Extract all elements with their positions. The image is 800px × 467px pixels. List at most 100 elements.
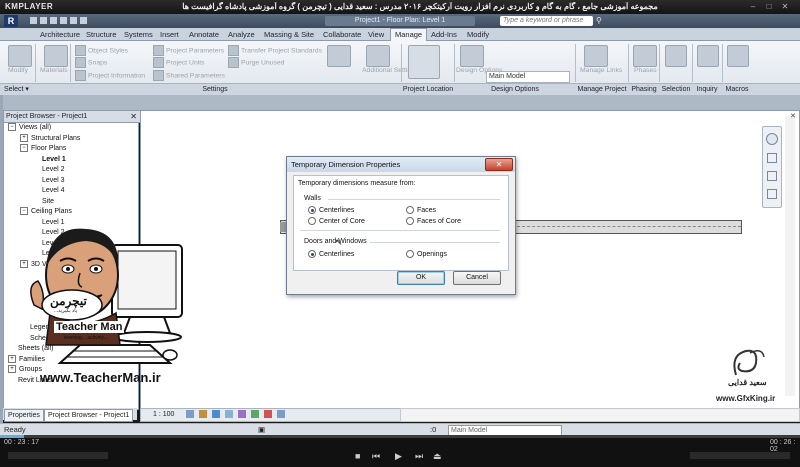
phases-button[interactable]: Phases bbox=[634, 67, 657, 74]
seek-bar[interactable] bbox=[0, 435, 800, 438]
maximize-icon[interactable]: □ bbox=[764, 2, 774, 11]
vertical-scrollbar[interactable] bbox=[785, 116, 795, 396]
navigation-bar[interactable] bbox=[762, 126, 782, 208]
revit-app-icon[interactable]: R bbox=[4, 15, 18, 27]
structural-settings-icon[interactable] bbox=[327, 45, 351, 67]
zoom-icon[interactable] bbox=[767, 153, 777, 163]
modify-icon[interactable] bbox=[8, 45, 32, 67]
search-icon[interactable]: ⚲ bbox=[596, 16, 602, 25]
tab-manage[interactable]: Manage bbox=[390, 28, 428, 41]
browser-tree-item[interactable]: + Structural Plans bbox=[4, 133, 138, 145]
walls-faces-radio[interactable]: Faces bbox=[406, 206, 436, 214]
close-icon[interactable]: ✕ bbox=[780, 2, 790, 11]
browser-tree-item[interactable]: Level 2 bbox=[4, 165, 138, 176]
walls-centerlines-radio[interactable]: Centerlines bbox=[308, 206, 354, 214]
tab-view[interactable]: View bbox=[364, 29, 388, 40]
play-icon[interactable]: ▶ bbox=[395, 451, 402, 462]
browser-tree-item[interactable]: − Views (all) bbox=[4, 123, 138, 134]
cancel-button[interactable]: Cancel bbox=[453, 271, 501, 285]
purge-unused-button[interactable]: Purge Unused bbox=[228, 57, 284, 68]
tab-massing-site[interactable]: Massing & Site bbox=[260, 29, 318, 40]
steering-wheel-icon[interactable] bbox=[766, 133, 778, 145]
select-panel-dropdown[interactable]: Select ▾ bbox=[4, 84, 34, 95]
modify-button[interactable]: Modify bbox=[8, 67, 28, 74]
stop-icon[interactable]: ■ bbox=[355, 451, 360, 461]
volume-control[interactable] bbox=[690, 452, 790, 459]
quick-access-toolbar[interactable] bbox=[30, 17, 150, 25]
shadows-icon[interactable] bbox=[225, 410, 234, 419]
search-input[interactable]: Type a keyword or phrase bbox=[500, 16, 593, 26]
player-left-controls[interactable] bbox=[8, 452, 108, 459]
tab-properties[interactable]: Properties bbox=[4, 409, 44, 422]
canvas-close-icon[interactable]: ✕ bbox=[790, 112, 796, 120]
inquiry-icon[interactable] bbox=[697, 45, 719, 67]
panel-label-manage-project: Manage Project bbox=[577, 86, 627, 93]
gfxking-name: سعید قدایی bbox=[728, 378, 767, 387]
crop-view-icon[interactable] bbox=[238, 410, 247, 419]
reveal-hidden-icon[interactable] bbox=[277, 410, 286, 419]
shared-parameters-button[interactable]: Shared Parameters bbox=[153, 70, 225, 81]
manage-links-icon[interactable] bbox=[584, 45, 608, 67]
doors-centerlines-radio[interactable]: Centerlines bbox=[308, 250, 354, 258]
tab-add-ins[interactable]: Add-Ins bbox=[427, 29, 461, 40]
snaps-icon bbox=[75, 57, 86, 68]
project-units-button[interactable]: Project Units bbox=[153, 57, 205, 68]
zoom-region-icon[interactable] bbox=[767, 171, 777, 181]
tab-systems[interactable]: Systems bbox=[120, 29, 157, 40]
browser-tree-item[interactable]: Level 4 bbox=[4, 186, 138, 197]
main-model-select[interactable]: Main Model bbox=[486, 71, 570, 83]
close-icon[interactable]: ✕ bbox=[130, 111, 137, 122]
browser-tree-item[interactable]: − Floor Plans bbox=[4, 144, 138, 155]
walls-center-of-core-radio[interactable]: Center of Core bbox=[308, 217, 365, 225]
collapse-icon[interactable]: − bbox=[8, 123, 16, 132]
sun-path-icon[interactable] bbox=[212, 410, 221, 419]
browser-tree-item[interactable]: Level 1 bbox=[4, 155, 138, 166]
ribbon-separator bbox=[722, 44, 723, 82]
tab-architecture[interactable]: Architecture bbox=[36, 29, 84, 40]
expand-icon[interactable]: + bbox=[8, 365, 16, 374]
expand-icon[interactable]: + bbox=[8, 354, 16, 363]
selection-icon[interactable] bbox=[665, 45, 687, 67]
doors-openings-radio[interactable]: Openings bbox=[406, 250, 447, 258]
ok-button[interactable]: OK bbox=[397, 271, 445, 285]
dialog-close-icon[interactable]: ✕ bbox=[485, 158, 513, 171]
phases-icon[interactable] bbox=[633, 45, 657, 67]
tab-analyze[interactable]: Analyze bbox=[224, 29, 259, 40]
materials-button[interactable]: Materials bbox=[40, 67, 68, 74]
pan-icon[interactable] bbox=[767, 189, 777, 199]
project-parameters-button[interactable]: Project Parameters bbox=[153, 45, 224, 56]
collapse-icon[interactable]: − bbox=[20, 144, 28, 153]
manage-links-button[interactable]: Manage Links bbox=[580, 67, 622, 74]
tab-insert[interactable]: Insert bbox=[156, 29, 183, 40]
minimize-icon[interactable]: – bbox=[748, 2, 758, 11]
detail-level-icon[interactable] bbox=[186, 410, 195, 419]
walls-faces-of-core-radio[interactable]: Faces of Core bbox=[406, 217, 461, 225]
object-styles-button[interactable]: Object Styles bbox=[75, 45, 128, 56]
infocenter-icons[interactable] bbox=[612, 16, 782, 25]
open-icon[interactable]: ⏏ bbox=[433, 451, 442, 462]
design-options-icon[interactable] bbox=[460, 45, 484, 67]
macros-icon[interactable] bbox=[727, 45, 749, 67]
browser-tree-item[interactable]: Level 3 bbox=[4, 176, 138, 187]
materials-icon[interactable] bbox=[44, 45, 68, 67]
expand-icon[interactable]: + bbox=[20, 133, 28, 142]
mep-settings-icon[interactable] bbox=[366, 45, 390, 67]
tab-collaborate[interactable]: Collaborate bbox=[319, 29, 365, 40]
dialog-titlebar: Temporary Dimension Properties bbox=[287, 157, 515, 172]
tab-modify[interactable]: Modify bbox=[463, 29, 493, 40]
view-scale[interactable]: 1 : 100 bbox=[141, 411, 174, 418]
next-icon[interactable]: ⏭ bbox=[415, 451, 423, 462]
previous-icon[interactable]: ⏮ bbox=[372, 451, 380, 462]
project-information-button[interactable]: Project Information bbox=[75, 70, 145, 81]
radio-selected-icon bbox=[308, 250, 316, 258]
tab-structure[interactable]: Structure bbox=[82, 29, 120, 40]
location-icons[interactable] bbox=[408, 45, 440, 79]
snaps-button[interactable]: Snaps bbox=[75, 57, 107, 68]
tab-annotate[interactable]: Annotate bbox=[185, 29, 223, 40]
horizontal-scrollbar[interactable] bbox=[400, 408, 800, 422]
tab-project-browser[interactable]: Project Browser - Project1 bbox=[44, 409, 134, 422]
temporary-hide-icon[interactable] bbox=[264, 410, 273, 419]
visual-style-icon[interactable] bbox=[199, 410, 208, 419]
transfer-standards-button[interactable]: Transfer Project Standards bbox=[228, 45, 322, 56]
show-crop-icon[interactable] bbox=[251, 410, 260, 419]
